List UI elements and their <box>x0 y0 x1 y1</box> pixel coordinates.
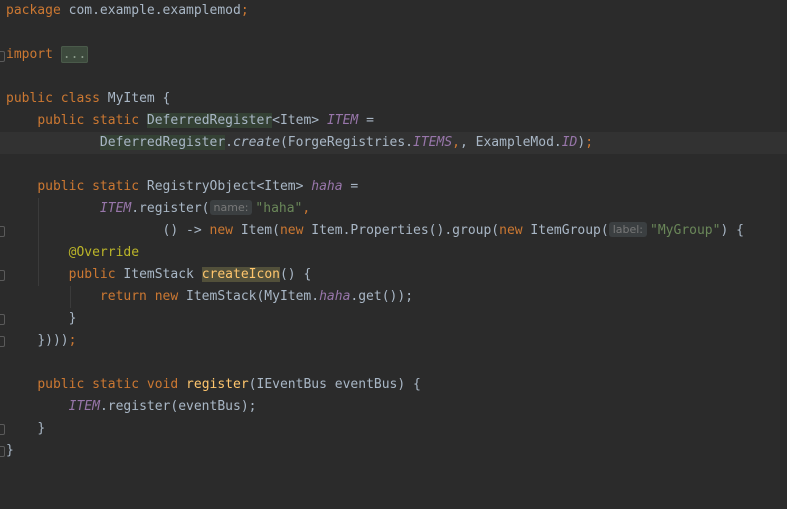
keyword: class <box>60 91 100 106</box>
annotation-override: @Override <box>68 245 140 260</box>
brace: } <box>37 421 46 436</box>
code-line-import[interactable]: import ... <box>6 44 89 66</box>
item-group: ItemGroup( <box>522 223 609 238</box>
type-registry-object: RegistryObject<Item> <box>146 179 304 194</box>
code-line-create-call[interactable]: DeferredRegister.create(ForgeRegistries.… <box>6 132 593 154</box>
register-event-bus: .register(eventBus); <box>99 399 257 414</box>
string-haha: "haha" <box>255 201 303 216</box>
code-line-create-icon[interactable]: public ItemStack createIcon() { <box>6 264 311 286</box>
method-create: create <box>232 135 280 150</box>
package-name: com.example.examplemod <box>68 3 241 18</box>
keyword: package <box>6 3 61 18</box>
field-item: ITEM <box>68 399 100 414</box>
keyword: public <box>37 377 85 392</box>
code-line-return[interactable]: return new ItemStack(MyItem.haha.get()); <box>6 286 413 308</box>
code-line-item-field[interactable]: public static DeferredRegister<Item> ITE… <box>6 110 374 132</box>
keyword: static <box>92 179 140 194</box>
get-call: .get()); <box>350 289 414 304</box>
field-haha: haha <box>319 289 351 304</box>
comma: , <box>452 135 460 150</box>
keyword: static <box>92 377 140 392</box>
code-line-register-event-bus[interactable]: ITEM.register(eventBus); <box>6 396 257 418</box>
keyword: new <box>279 223 304 238</box>
item-ctor: Item( <box>233 223 280 238</box>
item-properties: Item.Properties().group( <box>303 223 500 238</box>
register-call: .register( <box>131 201 210 216</box>
assign: = <box>342 179 359 194</box>
paren-brace: () { <box>279 267 312 282</box>
const-items: ITEMS <box>413 135 453 150</box>
arg-example-mod: , ExampleMod. <box>459 135 562 150</box>
keyword: new <box>499 223 523 238</box>
semicolon: ; <box>585 135 594 150</box>
arg-forge-registries: (ForgeRegistries. <box>279 135 414 150</box>
semicolon: ; <box>68 333 77 348</box>
brace: } <box>68 311 77 326</box>
field-haha: haha <box>311 179 343 194</box>
fold-marker-icon[interactable] <box>0 336 5 347</box>
fold-marker-icon[interactable] <box>0 314 5 325</box>
class-name: MyItem <box>107 91 155 106</box>
code-editor[interactable]: package com.example.examplemod; import .… <box>0 0 787 509</box>
keyword: public <box>37 179 85 194</box>
method-register: register <box>186 377 249 392</box>
register-params: (IEventBus eventBus) { <box>248 377 421 392</box>
brace: } <box>6 443 14 458</box>
code-line-register-method[interactable]: public static void register(IEventBus ev… <box>6 374 421 396</box>
type-deferred-register: DeferredRegister <box>99 135 226 150</box>
keyword: public <box>37 113 85 128</box>
type-deferred-register: DeferredRegister <box>146 113 273 128</box>
fold-marker-icon[interactable] <box>0 270 5 281</box>
field-item: ITEM <box>99 201 132 216</box>
close-chain: })) <box>37 333 61 348</box>
type-item-stack: ItemStack <box>123 267 202 282</box>
code-line-register-call[interactable]: ITEM.register(name: "haha", <box>6 198 310 220</box>
fold-marker-icon[interactable] <box>0 226 5 237</box>
close-paren-brace: ) { <box>720 223 744 238</box>
semicolon: ; <box>240 3 249 18</box>
keyword: new <box>209 223 233 238</box>
item-stack-ctor: ItemStack(MyItem. <box>178 289 320 304</box>
close-paren: ) <box>60 333 69 348</box>
code-line-close-brace[interactable]: } <box>6 418 45 440</box>
keyword: new <box>154 289 179 304</box>
parameter-hint-label: label: <box>608 222 648 237</box>
keyword: import <box>6 47 53 62</box>
generic-type: <Item> <box>272 113 320 128</box>
field-item: ITEM <box>326 113 359 128</box>
fold-marker-icon[interactable] <box>0 424 5 435</box>
code-line-close-chain[interactable]: }))); <box>6 330 76 352</box>
string-mygroup: "MyGroup" <box>650 223 721 238</box>
keyword: public <box>6 91 53 106</box>
const-id: ID <box>561 135 578 150</box>
code-line-package[interactable]: package com.example.examplemod; <box>6 0 249 22</box>
code-line-haha-field[interactable]: public static RegistryObject<Item> haha … <box>6 176 358 198</box>
fold-marker-icon[interactable] <box>0 51 5 62</box>
parameter-hint-name: name: <box>209 200 253 215</box>
brace: { <box>154 91 171 106</box>
code-line-close-brace[interactable]: } <box>6 308 77 330</box>
method-create-icon: createIcon <box>201 267 280 282</box>
import-fold-placeholder[interactable]: ... <box>60 46 89 63</box>
keyword: static <box>92 113 140 128</box>
code-line-lambda[interactable]: () -> new Item(new Item.Properties().gro… <box>6 220 744 242</box>
code-line-class-declaration[interactable]: public class MyItem { <box>6 88 170 110</box>
assign: = <box>358 113 374 128</box>
fold-marker-icon[interactable] <box>0 446 5 457</box>
code-line-class-close[interactable]: } <box>6 440 14 462</box>
code-line-override[interactable]: @Override <box>6 242 139 264</box>
comma: , <box>302 201 311 216</box>
keyword: void <box>146 377 179 392</box>
keyword: return <box>99 289 147 304</box>
lambda-start: () -> <box>162 223 210 238</box>
keyword: public <box>68 267 116 282</box>
